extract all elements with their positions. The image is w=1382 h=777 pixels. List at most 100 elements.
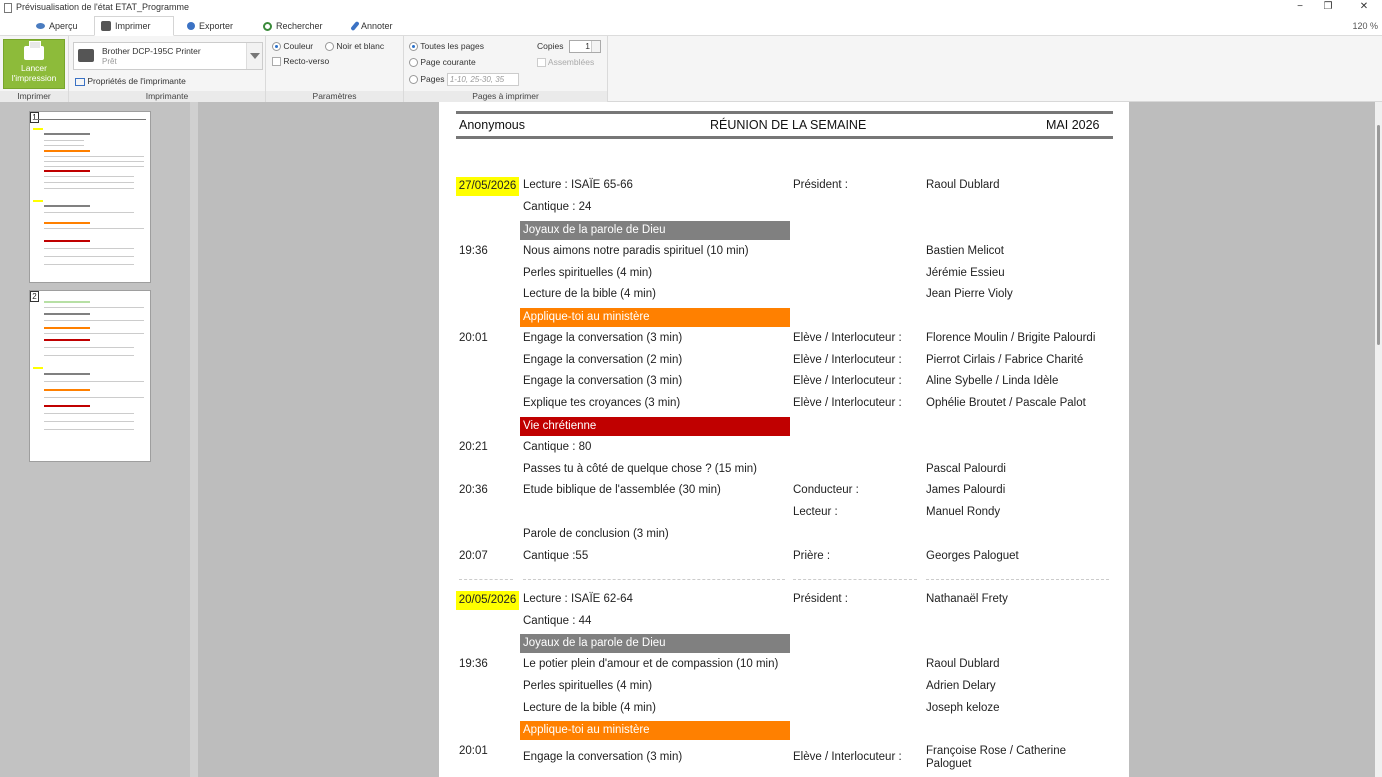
ribbon-tabs: Aperçu Imprimer Exporter Rechercher Anno… <box>0 16 1382 36</box>
thumb-band <box>44 240 90 242</box>
thumb-line <box>44 182 134 183</box>
section-band-gems: Joyaux de la parole de Dieu <box>520 634 790 653</box>
reading: Lecture : ISAÏE 62-64 <box>523 593 633 605</box>
part-title: Perles spirituelles (4 min) <box>523 267 653 279</box>
thumb-band <box>44 133 90 135</box>
table-row: 19:36 Nous aimons notre paradis spiritue… <box>439 243 1129 263</box>
thumb-band <box>44 389 90 391</box>
launch-print-button[interactable]: Lancer l'impression <box>3 39 65 89</box>
duplex-label: Recto-verso <box>283 56 330 66</box>
header-title: RÉUNION DE LA SEMAINE <box>710 118 867 132</box>
table-row: Perles spirituelles (4 min) Jérémie Essi… <box>439 265 1129 285</box>
printer-status: Prêt <box>102 57 117 66</box>
all-pages-radio[interactable]: Toutes les pages <box>409 41 485 52</box>
copies-stepper[interactable]: 1 <box>569 40 601 53</box>
bw-radio[interactable]: Noir et blanc <box>325 41 385 52</box>
section-band-ministry: Applique-toi au ministère <box>520 721 790 740</box>
thumb-line <box>44 145 84 146</box>
table-row: Engage la conversation (3 min) Elève / I… <box>439 373 1129 393</box>
page-thumbnail[interactable]: 1 <box>29 111 151 283</box>
maximize-button[interactable]: ❐ <box>1318 1 1338 12</box>
printer-icon <box>101 21 111 31</box>
thumb-line <box>44 347 134 348</box>
table-row: 19:36 Le potier plein d'amour et de comp… <box>439 656 1129 676</box>
bw-label: Noir et blanc <box>336 41 385 51</box>
collated-checkbox[interactable]: Assemblées <box>537 57 594 68</box>
copies-label: Copies <box>537 41 564 51</box>
thumb-line <box>44 397 144 398</box>
scrollbar-thumb[interactable] <box>1377 125 1380 345</box>
role-label: Président : <box>793 179 848 191</box>
pages-range-input[interactable]: 1-10, 25-30, 35 <box>446 73 519 86</box>
tab-imprimer[interactable]: Imprimer <box>94 16 174 36</box>
panel-splitter[interactable] <box>190 102 198 777</box>
table-row: Lecture : ISAÏE 65-66 Président : Raoul … <box>439 177 1129 197</box>
table-row: Lecteur : Manuel Rondy <box>439 504 1129 524</box>
minimize-button[interactable]: − <box>1290 1 1310 12</box>
printer-properties-button[interactable]: Propriétés de l'imprimante <box>75 76 186 86</box>
tab-annoter[interactable]: Annoter <box>347 16 399 36</box>
thumb-rule <box>34 119 146 120</box>
color-radio[interactable]: Couleur <box>272 41 313 52</box>
report-page: Anonymous RÉUNION DE LA SEMAINE MAI 2026… <box>439 102 1129 777</box>
section-band-gems: Joyaux de la parole de Dieu <box>520 221 790 240</box>
tab-label: Imprimer <box>115 21 151 31</box>
tab-rechercher[interactable]: Rechercher <box>257 16 329 36</box>
time: 20:07 <box>459 550 488 562</box>
radio-selected <box>272 42 281 52</box>
thumb-line <box>44 161 144 162</box>
table-row: Paloguet <box>439 756 1129 776</box>
table-row: 20:01 Engage la conversation (3 min) Elè… <box>439 330 1129 350</box>
thumbnail-page-number: 1 <box>30 112 39 123</box>
tab-apercu[interactable]: Aperçu <box>30 16 84 36</box>
chevron-down-icon[interactable] <box>246 43 262 69</box>
header-author: Anonymous <box>459 118 526 132</box>
part-title: Parole de conclusion (3 min) <box>523 528 669 540</box>
thumbnail-page-number: 2 <box>30 291 39 302</box>
close-button[interactable]: ✕ <box>1354 1 1374 12</box>
thumb-line <box>44 264 134 265</box>
thumb-line <box>44 228 144 229</box>
eye-icon <box>36 23 45 29</box>
radio-unselected <box>325 42 334 52</box>
launch-print-label: Lancer l'impression <box>11 63 57 83</box>
table-row: Lecture de la bible (4 min) Jean Pierre … <box>439 286 1129 306</box>
all-pages-label: Toutes les pages <box>420 41 485 51</box>
tab-label: Exporter <box>199 21 234 31</box>
role-label: Elève / Interlocuteur : <box>793 375 902 387</box>
title-bar: Prévisualisation de l'état ETAT_Programm… <box>0 0 1382 16</box>
tab-exporter[interactable]: Exporter <box>181 16 239 36</box>
pages-radio[interactable]: Pages 1-10, 25-30, 35 <box>409 73 519 86</box>
tab-label: Annoter <box>361 21 393 31</box>
time: 20:01 <box>459 332 488 344</box>
page-thumbnail[interactable]: 2 <box>29 290 151 462</box>
tab-label: Aperçu <box>49 21 78 31</box>
thumb-band <box>44 373 90 375</box>
printer-select[interactable]: Brother DCP-195C Printer Prêt <box>73 42 263 70</box>
thumb-date <box>33 367 43 369</box>
person-name: Georges Paloguet <box>926 550 1019 562</box>
thumb-band <box>44 339 90 341</box>
time: 20:36 <box>459 484 488 496</box>
group-imprimante: Brother DCP-195C Printer Prêt Propriétés… <box>69 36 266 102</box>
group-pages: Toutes les pages Page courante Pages 1-1… <box>404 36 608 102</box>
section-band-ministry: Applique-toi au ministère <box>520 308 790 327</box>
header-rule-top <box>456 111 1113 114</box>
zoom-level: 120 % <box>1352 21 1378 31</box>
copies-control: Copies 1 <box>537 40 601 53</box>
part-title: Le potier plein d'amour et de compassion… <box>523 658 779 670</box>
header-month: MAI 2026 <box>1046 118 1100 132</box>
duplex-checkbox[interactable]: Recto-verso <box>272 56 330 67</box>
song: Cantique :55 <box>523 550 589 562</box>
separator <box>793 579 917 580</box>
group-imprimer: Lancer l'impression Imprimer <box>0 36 69 102</box>
role-label: Elève / Interlocuteur : <box>793 332 902 344</box>
thumb-line <box>44 429 134 430</box>
thumb-line <box>44 188 134 189</box>
thumb-line <box>44 320 144 321</box>
current-page-radio[interactable]: Page courante <box>409 57 476 68</box>
song: Cantique : 80 <box>523 441 592 453</box>
person-name: Florence Moulin / Brigite Palourdi <box>926 332 1096 344</box>
radio-unselected <box>409 75 418 84</box>
time: 19:36 <box>459 658 488 670</box>
